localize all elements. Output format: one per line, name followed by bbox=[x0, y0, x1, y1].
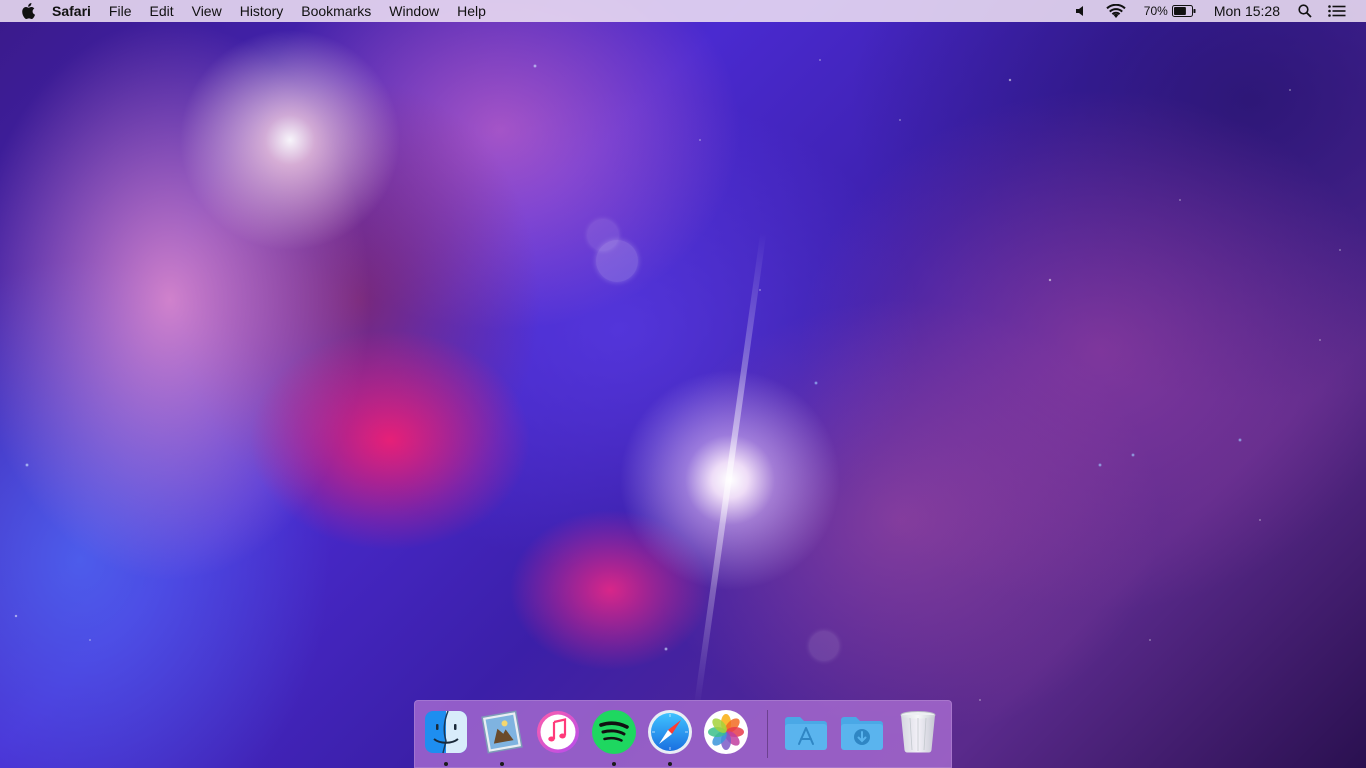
battery-percentage[interactable]: 70% bbox=[1136, 0, 1172, 22]
dock-running-indicator bbox=[500, 762, 504, 766]
menu-history[interactable]: History bbox=[231, 0, 293, 22]
menu-bar-status-area: 70% Mon 15:28 bbox=[1066, 0, 1366, 22]
speaker-icon[interactable] bbox=[1066, 0, 1096, 22]
menu-app-name[interactable]: Safari bbox=[52, 0, 100, 22]
spotify-icon[interactable] bbox=[590, 708, 638, 756]
applications-folder-icon[interactable] bbox=[782, 708, 830, 756]
wifi-icon[interactable] bbox=[1096, 0, 1136, 22]
battery-fill bbox=[1173, 7, 1186, 15]
battery-icon[interactable] bbox=[1171, 0, 1204, 22]
notification-center-icon[interactable] bbox=[1320, 0, 1366, 22]
wallpaper-lens-orb bbox=[588, 220, 618, 250]
menu-window[interactable]: Window bbox=[380, 0, 448, 22]
dock-running-indicator bbox=[444, 762, 448, 766]
dock-running-indicator bbox=[612, 762, 616, 766]
menu-bar-clock[interactable]: Mon 15:28 bbox=[1204, 0, 1290, 22]
menu-bookmarks[interactable]: Bookmarks bbox=[292, 0, 380, 22]
desktop: Safari File Edit View History Bookmarks … bbox=[0, 0, 1366, 768]
dock-running-indicator bbox=[668, 762, 672, 766]
menu-edit[interactable]: Edit bbox=[140, 0, 182, 22]
safari-icon[interactable] bbox=[646, 708, 694, 756]
photos-icon[interactable] bbox=[702, 708, 750, 756]
apple-logo-icon[interactable] bbox=[18, 0, 38, 22]
menu-bar-left: Safari File Edit View History Bookmarks … bbox=[0, 0, 495, 22]
downloads-folder-icon[interactable] bbox=[838, 708, 886, 756]
menu-bar: Safari File Edit View History Bookmarks … bbox=[0, 0, 1366, 22]
dock bbox=[414, 700, 952, 768]
dock-divider bbox=[767, 710, 768, 758]
menu-file[interactable]: File bbox=[100, 0, 141, 22]
menu-help[interactable]: Help bbox=[448, 0, 495, 22]
wallpaper-lens-orb bbox=[810, 632, 838, 660]
spotlight-search-icon[interactable] bbox=[1290, 0, 1320, 22]
finder-icon[interactable] bbox=[422, 708, 470, 756]
trash-icon[interactable] bbox=[894, 708, 942, 756]
itunes-icon[interactable] bbox=[534, 708, 582, 756]
menu-view[interactable]: View bbox=[183, 0, 231, 22]
mail-icon[interactable] bbox=[478, 708, 526, 756]
wallpaper-stars bbox=[0, 0, 1366, 768]
